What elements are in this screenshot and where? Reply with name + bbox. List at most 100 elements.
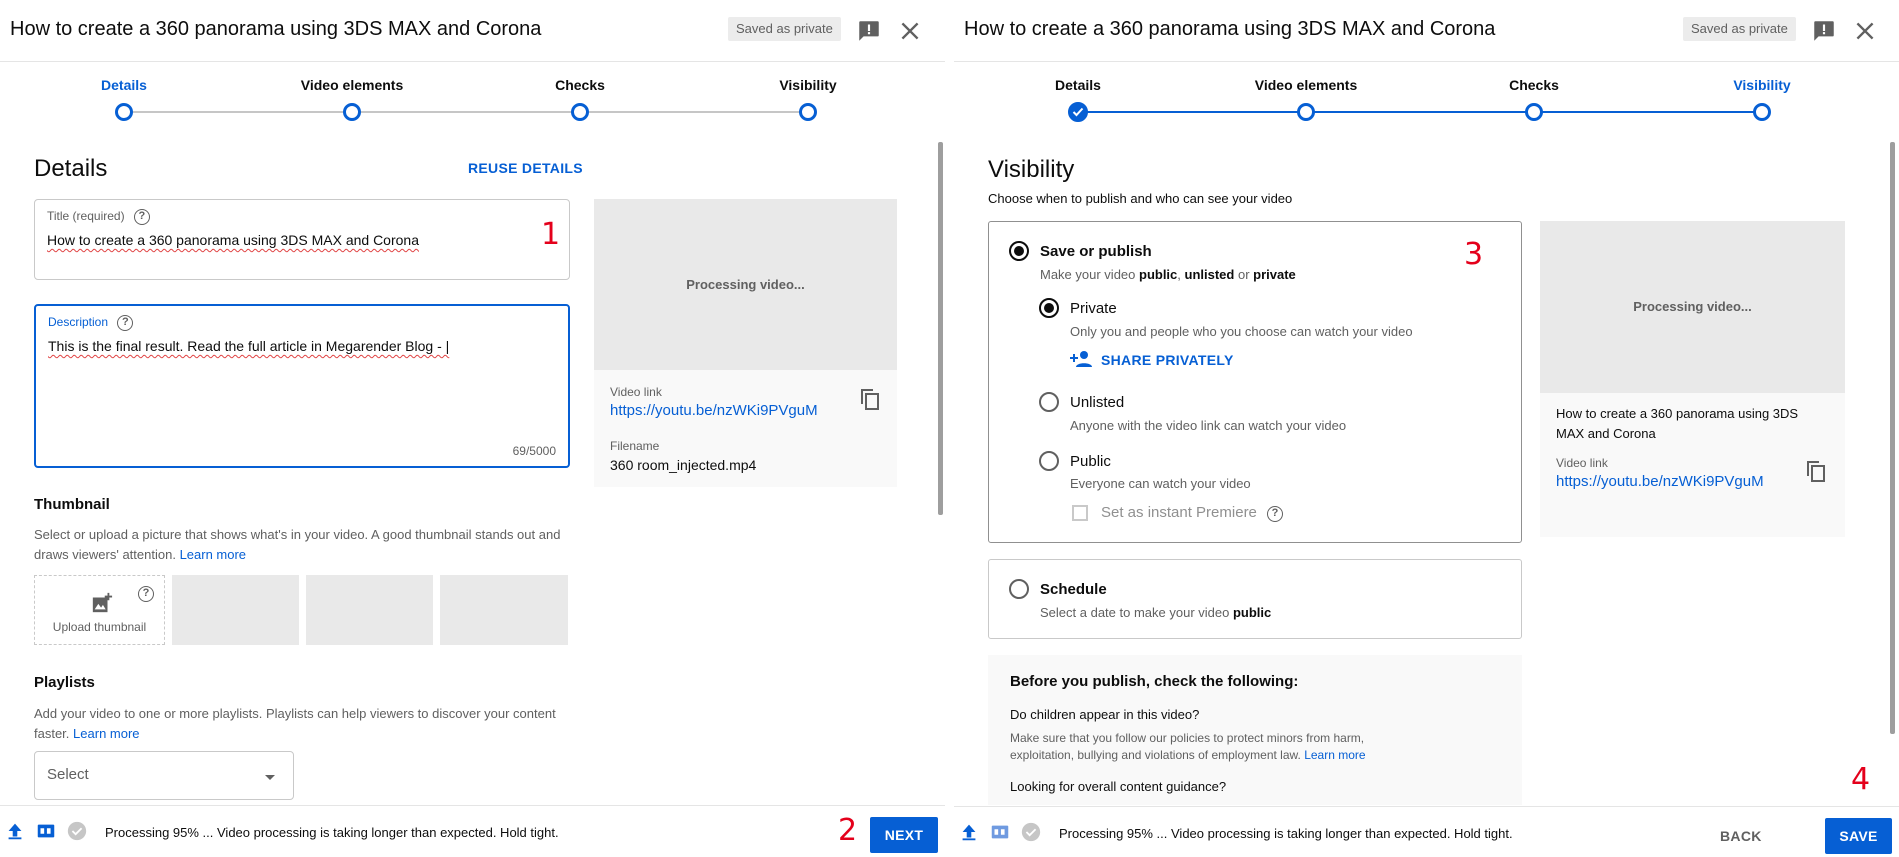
step-visibility[interactable]: Visibility — [779, 77, 836, 93]
checklist-learn-more-link[interactable]: Learn more — [1304, 748, 1365, 762]
upload-icon — [8, 823, 22, 840]
scrollbar[interactable] — [1890, 142, 1895, 734]
panel-divider — [945, 0, 954, 857]
upload-thumbnail-button[interactable]: ? Upload thumbnail — [34, 575, 165, 645]
thumbnail-option[interactable] — [172, 575, 299, 645]
instant-premiere-label: Set as instant Premiere — [1101, 504, 1257, 521]
help-icon[interactable]: ? — [138, 586, 154, 602]
step-dot-checks[interactable] — [1525, 103, 1543, 121]
annotation-marker-4: 4 — [1851, 762, 1871, 797]
processing-status-text: Processing 95% ... Video processing is t… — [105, 825, 559, 840]
title-input[interactable]: How to create a 360 panorama using 3DS M… — [47, 232, 419, 248]
thumbnail-option[interactable] — [440, 575, 568, 645]
save-sub-text: Make your video — [1040, 267, 1139, 282]
checks-complete-icon — [67, 821, 87, 841]
progress-stepper: Details Video elements Checks Visibility — [0, 62, 945, 140]
description-field[interactable]: Description ? This is the final result. … — [34, 304, 570, 468]
dialog-footer: Processing 95% ... Video processing is t… — [0, 805, 945, 857]
save-or-publish-box: Save or publish Make your video public, … — [988, 221, 1522, 543]
thumbnail-heading: Thumbnail — [34, 496, 110, 513]
upload-thumbnail-label: Upload thumbnail — [52, 620, 147, 634]
video-preview-card: Processing video... Video link https://y… — [594, 199, 897, 487]
step-checks[interactable]: Checks — [555, 77, 605, 93]
checklist-text-children: Make sure that you follow our policies t… — [1010, 730, 1410, 764]
step-dot-video-elements[interactable] — [343, 103, 361, 121]
step-video-elements[interactable]: Video elements — [1255, 77, 1357, 93]
unlisted-radio[interactable] — [1039, 392, 1059, 412]
help-icon[interactable]: ? — [133, 209, 150, 225]
schedule-box: Schedule Select a date to make your vide… — [988, 559, 1522, 639]
save-sub-or: or — [1234, 267, 1254, 282]
step-dot-video-elements[interactable] — [1297, 103, 1315, 121]
step-dot-visibility[interactable] — [1753, 103, 1771, 121]
schedule-radio[interactable] — [1009, 579, 1029, 599]
public-label: Public — [1070, 453, 1111, 470]
step-details[interactable]: Details — [1055, 77, 1101, 93]
instant-premiere-checkbox[interactable] — [1072, 505, 1088, 521]
schedule-description: Select a date to make your video public — [1040, 605, 1271, 620]
step-checks[interactable]: Checks — [1509, 77, 1559, 93]
description-char-counter: 69/5000 — [512, 444, 556, 458]
step-dot-checks[interactable] — [571, 103, 589, 121]
help-icon[interactable]: ? — [1267, 506, 1283, 522]
video-player[interactable]: Processing video... — [1540, 221, 1845, 393]
filename-label: Filename — [610, 439, 660, 453]
annotation-marker-1: 1 — [541, 217, 561, 252]
feedback-icon[interactable] — [856, 18, 882, 44]
next-button[interactable]: NEXT — [870, 817, 938, 853]
title-field[interactable]: Title (required) ? How to create a 360 p… — [34, 199, 570, 280]
video-player[interactable]: Processing video... — [594, 199, 897, 370]
description-input[interactable]: This is the final result. Read the full … — [48, 338, 449, 354]
description-field-label: Description — [48, 315, 109, 330]
schedule-label: Schedule — [1040, 581, 1107, 598]
video-link[interactable]: https://youtu.be/nzWKi9PVguM — [1556, 473, 1764, 490]
copy-icon[interactable] — [1804, 459, 1828, 483]
step-video-elements[interactable]: Video elements — [301, 77, 403, 93]
public-radio[interactable] — [1039, 451, 1059, 471]
feedback-icon[interactable] — [1811, 18, 1837, 44]
close-icon[interactable] — [897, 18, 923, 44]
section-heading-details: Details — [34, 155, 108, 182]
share-privately-button[interactable]: SHARE PRIVATELY — [1101, 352, 1234, 368]
thumbnail-option[interactable] — [306, 575, 433, 645]
save-or-publish-radio[interactable] — [1009, 241, 1029, 261]
step-dot-details[interactable] — [115, 103, 133, 121]
help-icon[interactable]: ? — [117, 315, 134, 331]
step-visibility[interactable]: Visibility — [1733, 77, 1790, 93]
playlist-select[interactable]: Select — [34, 751, 294, 800]
private-radio[interactable] — [1039, 298, 1059, 318]
hd-processing-icon — [37, 824, 55, 838]
step-details[interactable]: Details — [101, 77, 147, 93]
step-dot-visibility[interactable] — [799, 103, 817, 121]
pre-publish-checklist: Before you publish, check the following:… — [988, 655, 1522, 805]
section-heading-visibility: Visibility — [988, 156, 1075, 183]
thumbnail-description: Select or upload a picture that shows wh… — [34, 525, 574, 565]
saved-status-badge: Saved as private — [728, 17, 841, 41]
video-link[interactable]: https://youtu.be/nzWKi9PVguM — [610, 402, 818, 419]
playlist-select-value: Select — [47, 766, 89, 783]
dialog-header: How to create a 360 panorama using 3DS M… — [954, 0, 1899, 62]
save-button[interactable]: SAVE — [1825, 818, 1892, 854]
save-sub-private: private — [1253, 267, 1296, 282]
thumbnail-learn-more-link[interactable]: Learn more — [180, 547, 246, 562]
back-button[interactable]: BACK — [1720, 828, 1762, 844]
person-add-icon[interactable] — [1069, 349, 1093, 369]
checklist-heading: Before you publish, check the following: — [1010, 673, 1299, 690]
close-icon[interactable] — [1852, 18, 1878, 44]
visibility-subtitle: Choose when to publish and who can see y… — [988, 191, 1293, 206]
filename-value: 360 room_injected.mp4 — [610, 457, 757, 473]
save-sub-public: public — [1139, 267, 1178, 282]
scrollbar[interactable] — [938, 142, 943, 515]
copy-icon[interactable] — [858, 387, 882, 411]
saved-status-badge: Saved as private — [1683, 17, 1796, 41]
unlisted-label: Unlisted — [1070, 394, 1125, 411]
video-link-label: Video link — [610, 385, 662, 399]
progress-stepper: Details Video elements Checks Visibility — [954, 62, 1899, 140]
playlists-learn-more-link[interactable]: Learn more — [73, 726, 139, 741]
upload-dialog-visibility: How to create a 360 panorama using 3DS M… — [954, 0, 1899, 857]
dialog-title: How to create a 360 panorama using 3DS M… — [964, 18, 1496, 40]
reuse-details-button[interactable]: REUSE DETAILS — [468, 160, 583, 176]
step-dot-details[interactable] — [1068, 102, 1088, 122]
schedule-sub-public: public — [1232, 605, 1272, 620]
playlists-heading: Playlists — [34, 674, 95, 691]
